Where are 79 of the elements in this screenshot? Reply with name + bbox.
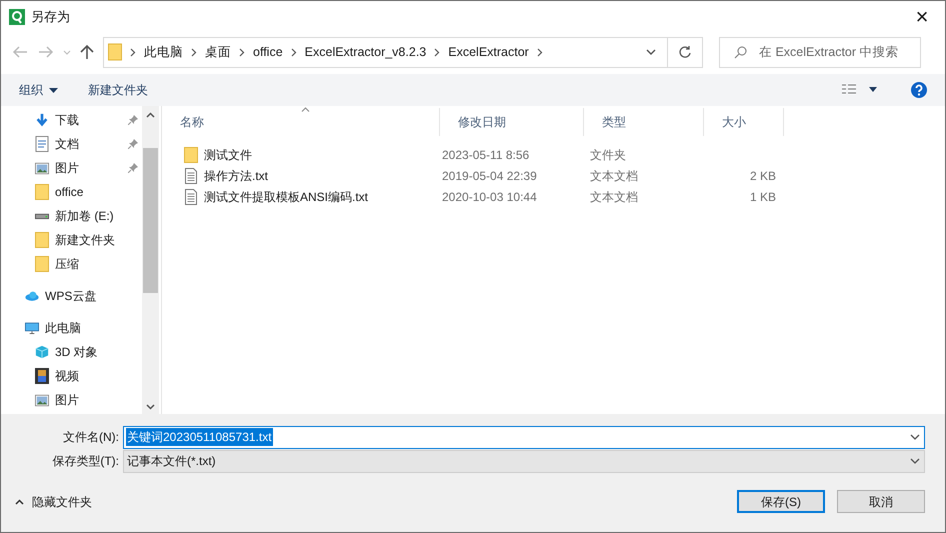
window-title: 另存为 [31, 8, 70, 26]
table-cell: 2020-10-03 10:44 [442, 190, 537, 204]
nav-item[interactable]: 视频 [55, 367, 79, 385]
chevron-icon[interactable] [130, 48, 136, 56]
nav-item[interactable]: 文档 [55, 135, 79, 153]
nav-item[interactable]: 下载 [55, 111, 79, 129]
refresh-icon[interactable] [678, 45, 692, 59]
breadcrumb-item[interactable]: ExcelExtractor_v8.2.3 [304, 42, 426, 62]
breadcrumb-item[interactable]: office [253, 42, 283, 62]
file-name-label: 文件名(N): [62, 429, 120, 446]
app-icon [9, 8, 25, 24]
caret-icon [49, 88, 58, 92]
column-header[interactable]: 大小 [722, 113, 746, 131]
organize-menu-button[interactable]: 组织 [19, 81, 58, 99]
table-cell: 文本文档 [590, 168, 638, 182]
nav-item[interactable]: 图片 [55, 159, 79, 177]
address-bar[interactable]: 此电脑 桌面 office ExcelExtractor_v8.2.3 ExcelExtractor [103, 36, 703, 68]
save-type-dropdown[interactable]: 记事本文件(*.txt) [123, 450, 925, 472]
film-icon [35, 368, 49, 384]
folder-icon [184, 146, 198, 162]
folder-icon [35, 232, 49, 248]
file-name[interactable]: 测试文件 [204, 146, 252, 164]
chevron-icon[interactable] [434, 48, 440, 56]
nav-item[interactable]: 新建文件夹 [55, 231, 115, 249]
search-field[interactable]: 在 ExcelExtractor 中搜索 [719, 36, 921, 68]
chevron-icon[interactable] [191, 48, 197, 56]
nav-item[interactable]: 压缩 [55, 255, 79, 273]
scroll-down-icon[interactable] [146, 404, 155, 410]
nav-item[interactable]: 3D 对象 [55, 343, 98, 361]
save-button[interactable]: 保存(S) [737, 490, 825, 513]
dropdown-caret-icon[interactable] [910, 433, 920, 441]
column-header[interactable]: 修改日期 [458, 113, 506, 131]
breadcrumb-item[interactable]: 桌面 [205, 42, 231, 62]
column-header[interactable]: 名称 [180, 113, 204, 131]
chevron-icon[interactable] [290, 48, 297, 56]
chevron-icon[interactable] [536, 48, 543, 56]
drive-icon [35, 212, 49, 220]
scrollbar[interactable] [142, 106, 159, 414]
picture-icon [35, 394, 49, 406]
file-name[interactable]: 测试文件提取模板ANSI编码.txt [204, 188, 368, 206]
folder-icon [35, 184, 49, 200]
nav-item[interactable]: 图片 [55, 391, 79, 409]
scrollbar-thumb[interactable] [143, 148, 158, 293]
table-cell: 文本文档 [590, 190, 638, 204]
cancel-button[interactable]: 取消 [837, 490, 925, 513]
file-name-field[interactable]: 关键词20230511085731.txt [123, 426, 925, 448]
folder-icon [108, 43, 122, 61]
document-icon [35, 136, 49, 152]
scroll-up-icon[interactable] [146, 112, 155, 118]
chevron-icon[interactable] [239, 48, 245, 56]
collapse-caret-icon [15, 498, 24, 504]
down-arrow-icon [35, 112, 49, 128]
column-header[interactable]: 类型 [602, 113, 626, 131]
table-cell: 文件夹 [590, 148, 626, 162]
cloud-icon [25, 290, 39, 302]
table-cell: 1 KB [750, 190, 776, 204]
table-cell: 2019-05-04 22:39 [442, 168, 537, 182]
search-icon [734, 46, 747, 58]
folder-icon [35, 256, 49, 272]
cube-icon [35, 344, 49, 360]
nav-item[interactable]: office [55, 183, 84, 201]
close-button[interactable]: × [899, 1, 945, 32]
nav-item[interactable]: 新加卷 (E:) [55, 207, 114, 225]
file-name[interactable]: 操作方法.txt [204, 166, 268, 184]
breadcrumb-item[interactable]: ExcelExtractor [448, 42, 529, 62]
table-cell: 2 KB [750, 168, 776, 182]
save-type-label: 保存类型(T): [51, 453, 120, 470]
text-file-icon [185, 168, 197, 184]
nav-item[interactable]: WPS云盘 [45, 287, 96, 305]
new-folder-button[interactable]: 新建文件夹 [88, 81, 148, 99]
breadcrumb-item[interactable]: 此电脑 [144, 42, 183, 62]
monitor-icon [25, 320, 39, 336]
nav-item[interactable]: 此电脑 [45, 319, 81, 337]
picture-icon [35, 162, 49, 174]
help-icon[interactable] [911, 82, 927, 98]
table-cell: 2023-05-11 8:56 [442, 148, 530, 162]
hide-folders-toggle[interactable]: 隐藏文件夹 [15, 492, 92, 510]
text-file-icon [185, 188, 197, 204]
dropdown-caret-icon [910, 457, 920, 465]
